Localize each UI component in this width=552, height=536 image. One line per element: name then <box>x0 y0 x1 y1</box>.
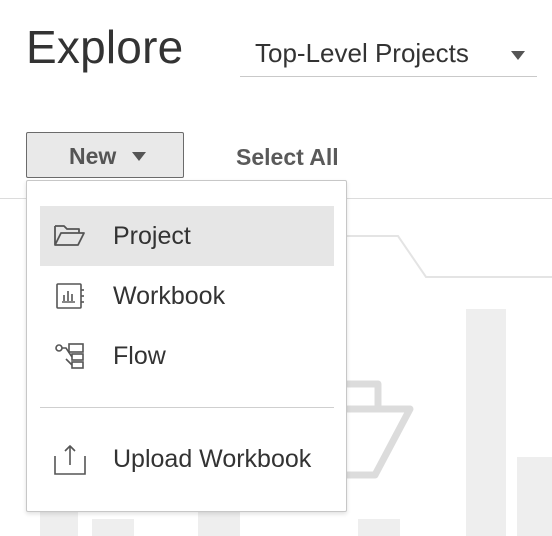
menu-item-label: Workbook <box>113 282 226 310</box>
new-dropdown-menu: Project Workbook Flow Upload Workbook <box>26 180 347 512</box>
new-button[interactable]: New <box>26 132 184 178</box>
upload-icon <box>54 445 86 475</box>
menu-item-project[interactable]: Project <box>40 206 334 266</box>
folder-outline-shape <box>330 235 552 278</box>
select-all-link[interactable]: Select All <box>236 144 339 171</box>
menu-separator <box>40 407 334 408</box>
new-button-label: New <box>69 143 117 169</box>
explore-page: Explore Top-Level Projects New Select Al… <box>0 0 552 536</box>
folder-open-icon <box>54 225 85 246</box>
chevron-down-icon <box>511 51 525 60</box>
menu-item-label: Flow <box>113 342 166 370</box>
page-title: Explore <box>26 21 184 73</box>
tray-shape <box>340 380 414 479</box>
flow-icon <box>55 343 84 369</box>
menu-item-label: Upload Workbook <box>113 445 312 473</box>
menu-item-workbook[interactable]: Workbook <box>40 266 334 326</box>
chevron-down-icon <box>132 152 146 161</box>
project-scope-value: Top-Level Projects <box>255 38 469 68</box>
workbook-icon <box>56 283 84 309</box>
project-scope-select[interactable]: Top-Level Projects <box>240 30 537 77</box>
menu-item-label: Project <box>113 222 191 250</box>
menu-item-upload-workbook[interactable]: Upload Workbook <box>40 429 334 489</box>
menu-item-flow[interactable]: Flow <box>40 326 334 386</box>
